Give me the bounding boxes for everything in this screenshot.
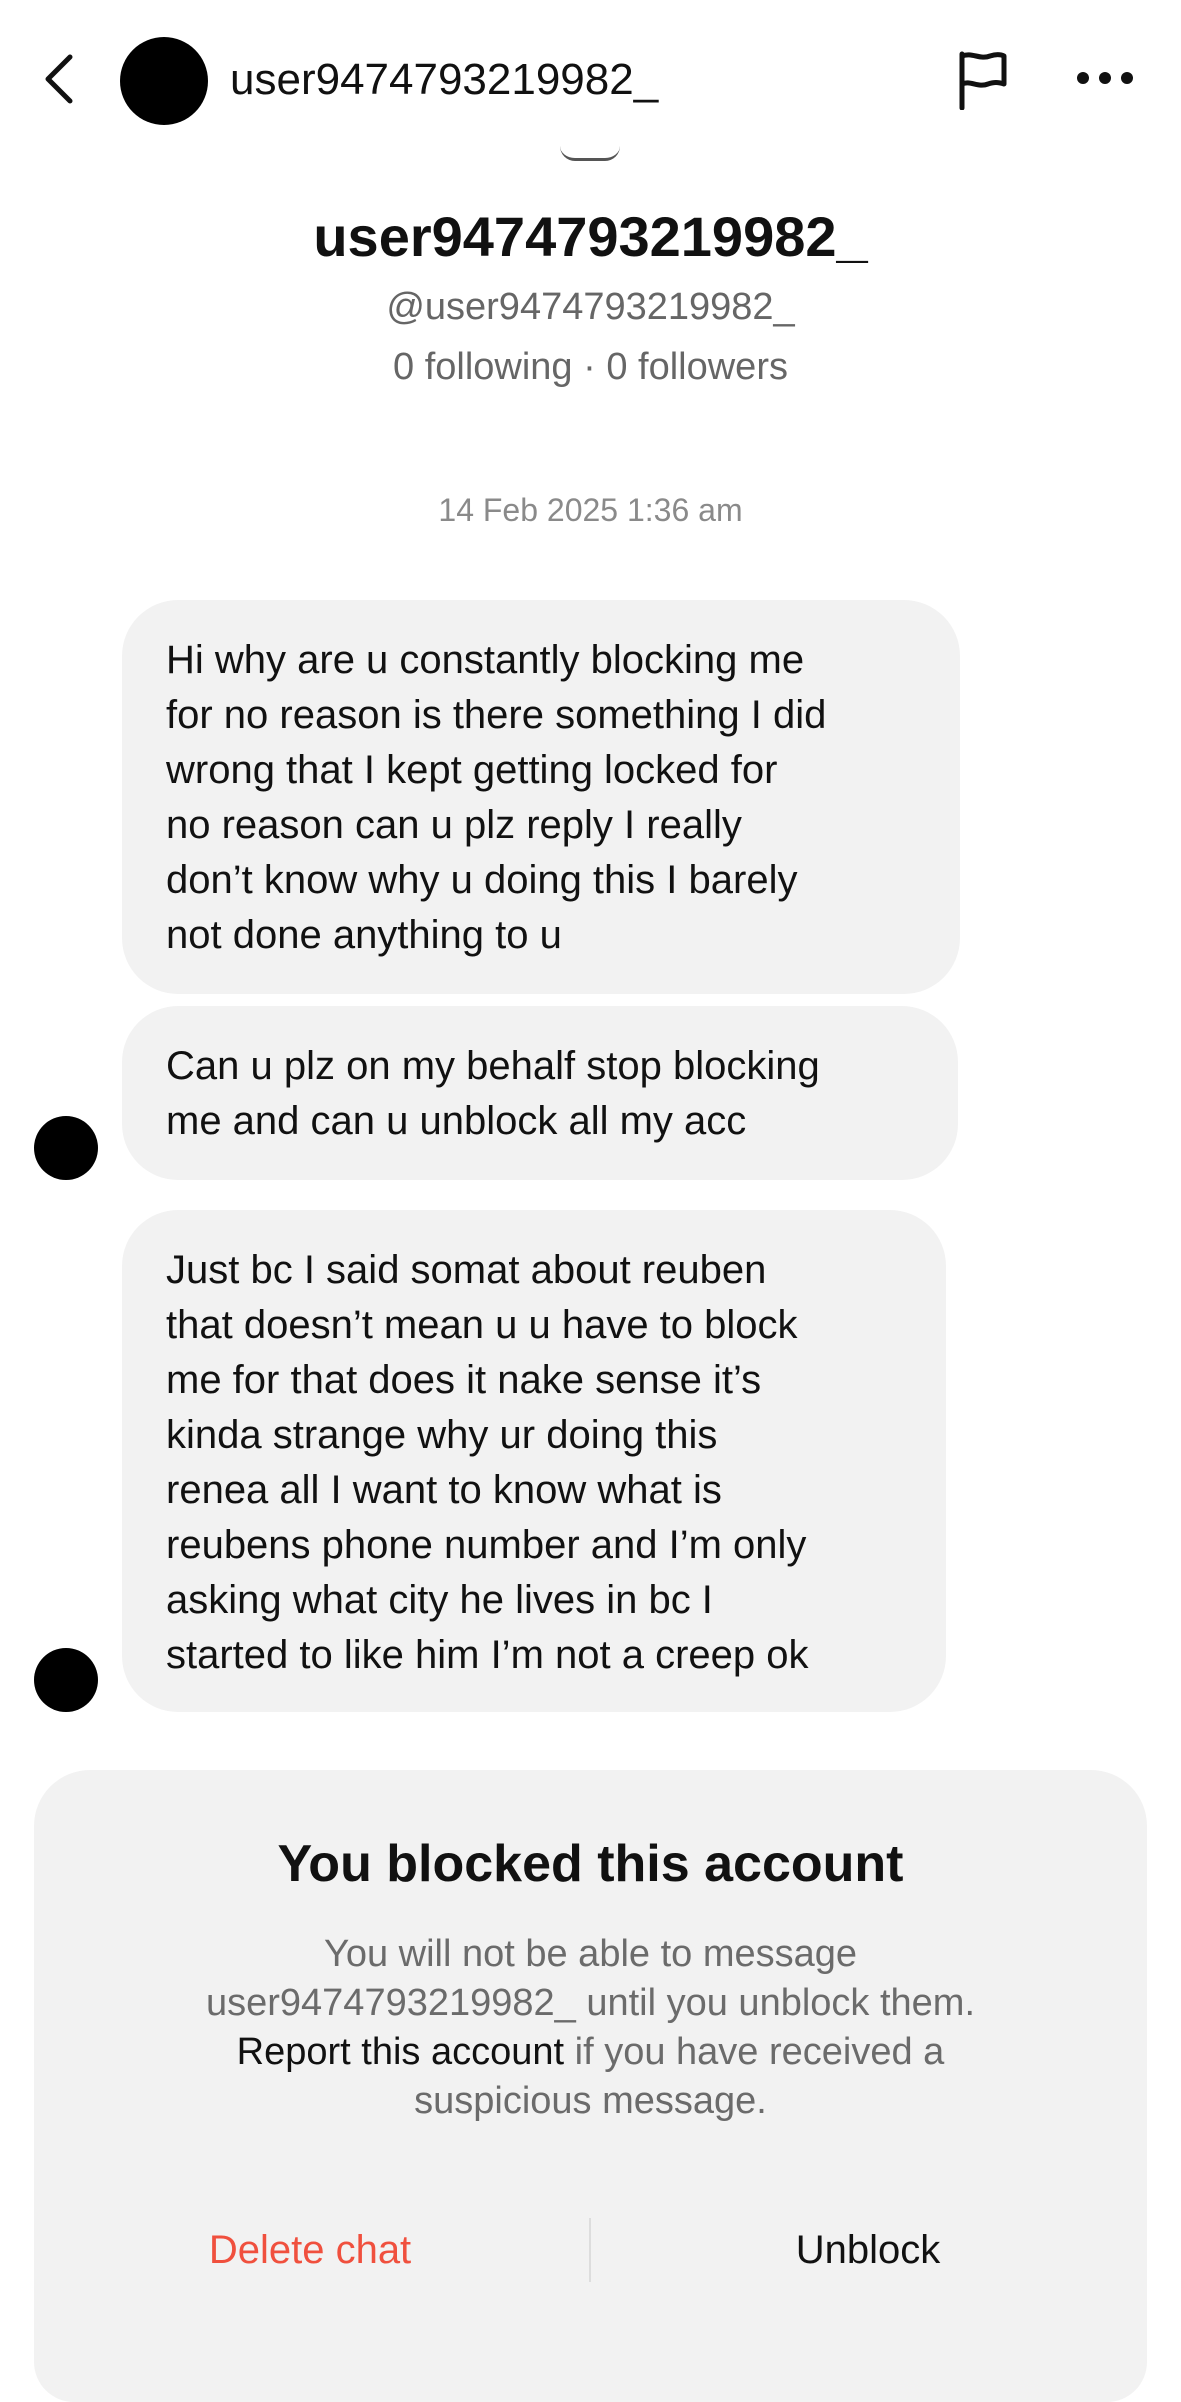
- header-avatar[interactable]: [120, 37, 208, 125]
- message-line: reubens phone number and I’m only: [166, 1523, 807, 1567]
- message-line: renea all I want to know what is: [166, 1468, 722, 1512]
- unblock-button[interactable]: Unblock: [668, 2220, 1068, 2280]
- report-account-link[interactable]: Report this account: [237, 2031, 564, 2073]
- report-button[interactable]: [950, 50, 1014, 114]
- description-line: user9474793219982_ until you unblock the…: [205, 1982, 976, 2024]
- message-line: asking what city he lives in bc I: [166, 1578, 713, 1622]
- blocked-panel-title: You blocked this account: [277, 1835, 904, 1893]
- more-options-button[interactable]: [1070, 55, 1140, 105]
- profile-display-name: user9474793219982_: [313, 205, 868, 268]
- profile-avatar-edge: [560, 146, 620, 161]
- message-timestamp: 14 Feb 2025 1:36 am: [438, 492, 743, 528]
- header-username[interactable]: user9474793219982_: [230, 52, 658, 108]
- message-line: me for that does it nake sense it’s: [166, 1358, 762, 1402]
- message-line: started to like him I’m not a creep ok: [166, 1633, 809, 1677]
- description-text: if you have received a: [564, 2031, 945, 2073]
- profile-handle: @user9474793219982_: [386, 286, 795, 328]
- message-line: for no reason is there something I did: [166, 693, 827, 737]
- sender-avatar[interactable]: [34, 1116, 98, 1180]
- message-line: me and can u unblock all my acc: [166, 1099, 747, 1143]
- message-bubble[interactable]: Just bc I said somat about reuben that d…: [122, 1210, 946, 1712]
- back-button[interactable]: [30, 50, 90, 112]
- message-line: that doesn’t mean u u have to block: [166, 1303, 798, 1347]
- message-line: Just bc I said somat about reuben: [166, 1248, 767, 1292]
- message-line: kinda strange why ur doing this: [166, 1413, 718, 1457]
- delete-chat-button[interactable]: Delete chat: [110, 2220, 510, 2280]
- blocked-panel-description: You will not be able to message user9474…: [0, 1930, 1181, 2126]
- message-line: wrong that I kept getting locked for: [166, 748, 778, 792]
- profile-stats: 0 following · 0 followers: [393, 346, 788, 388]
- button-divider: [589, 2218, 591, 2282]
- flag-icon: [956, 50, 1008, 115]
- message-line: Hi why are u constantly blocking me: [166, 638, 805, 682]
- message-line: don’t know why u doing this I barely: [166, 858, 798, 902]
- message-line: not done anything to u: [166, 913, 562, 957]
- message-bubble[interactable]: Hi why are u constantly blocking me for …: [122, 600, 960, 994]
- description-line: suspicious message.: [414, 2080, 767, 2122]
- chevron-left-icon: [40, 51, 80, 112]
- description-line: Report this account if you have received…: [0, 2028, 1181, 2077]
- message-line: Can u plz on my behalf stop blocking: [166, 1044, 820, 1088]
- description-line: You will not be able to message: [323, 1933, 858, 1975]
- message-line: no reason can u plz reply I really: [166, 803, 742, 847]
- more-horizontal-icon: [1075, 71, 1135, 90]
- message-bubble[interactable]: Can u plz on my behalf stop blocking me …: [122, 1006, 958, 1180]
- sender-avatar[interactable]: [34, 1648, 98, 1712]
